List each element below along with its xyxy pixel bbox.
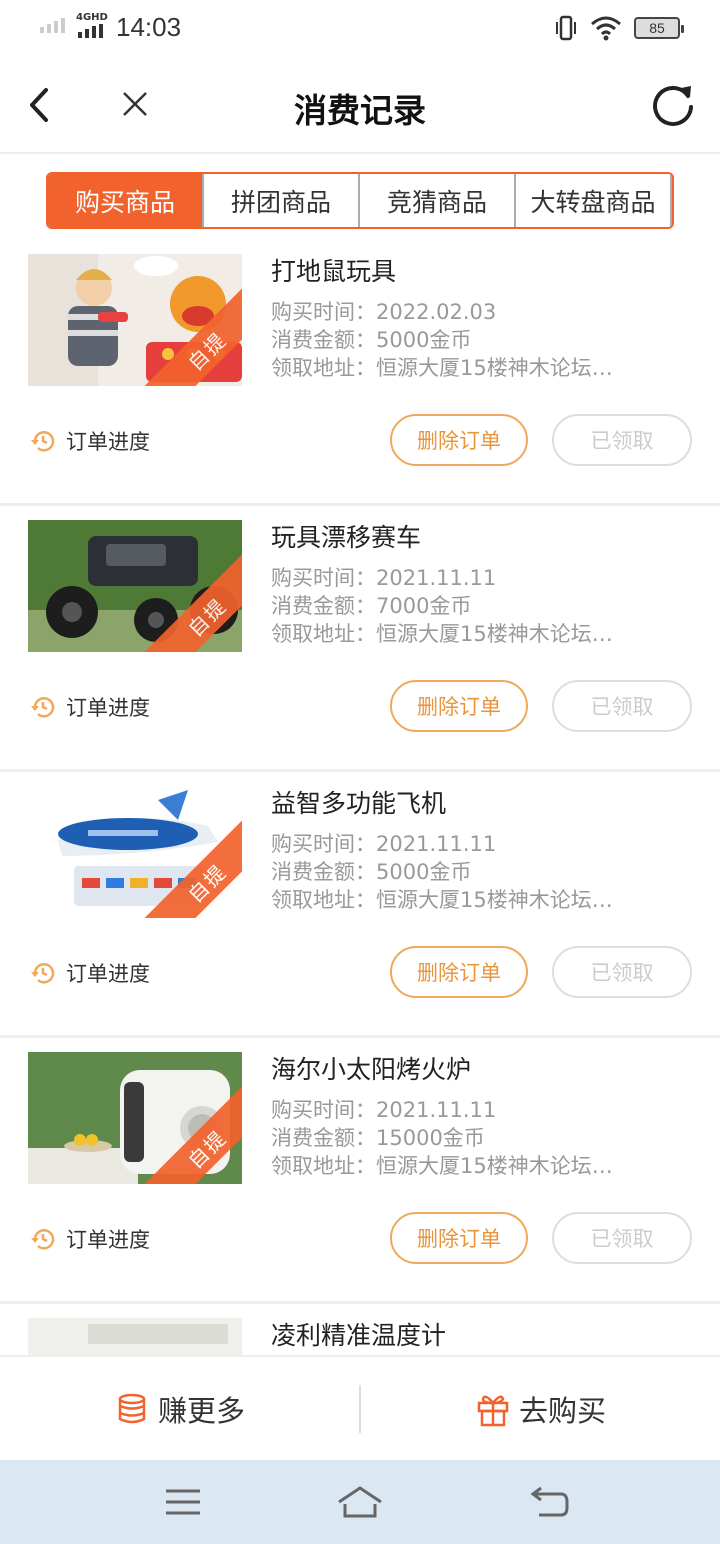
app-header: 消费记录 <box>0 60 720 154</box>
order-progress-link[interactable]: 订单进度 <box>30 958 150 988</box>
pickup-address: 领取地址：恒源大厦15楼神木论坛… <box>271 888 613 912</box>
pickup-address: 领取地址：恒源大厦15楼神木论坛… <box>271 356 613 380</box>
signal-icon-sim2 <box>78 24 103 38</box>
product-image[interactable]: 自提 <box>28 254 242 386</box>
earn-more-label: 赚更多 <box>157 1393 245 1428</box>
history-clock-icon <box>31 1229 55 1250</box>
tab-guessing[interactable]: 竞猜商品 <box>358 174 514 227</box>
tab-purchased[interactable]: 购买商品 <box>48 174 202 227</box>
network-type: 4GHD <box>76 12 108 23</box>
tab-group-buy[interactable]: 拼团商品 <box>202 174 358 227</box>
tab-lucky-wheel[interactable]: 大转盘商品 <box>514 174 672 227</box>
product-image[interactable]: 自提 <box>28 1052 242 1184</box>
order-card: 自提 玩具漂移赛车 购买时间：2021.11.11 消费金额：7000金币 领取… <box>0 506 720 772</box>
pickup-address: 领取地址：恒源大厦15楼神木论坛… <box>271 622 613 646</box>
gift-icon <box>477 1395 509 1426</box>
order-card: 自提 益智多功能飞机 购买时间：2021.11.11 消费金额：5000金币 领… <box>0 772 720 1038</box>
order-progress-link[interactable]: 订单进度 <box>30 692 150 722</box>
page-title: 消费记录 <box>294 91 426 130</box>
order-progress-label: 订单进度 <box>66 962 150 986</box>
earn-more-button[interactable]: 赚更多 <box>0 1357 359 1460</box>
received-status-button: 已领取 <box>552 1212 692 1264</box>
product-name[interactable]: 益智多功能飞机 <box>271 784 446 820</box>
history-clock-icon <box>31 963 55 984</box>
coins-icon <box>118 1393 146 1423</box>
category-tabs: 购买商品 拼团商品 竞猜商品 大转盘商品 <box>46 172 674 229</box>
product-name[interactable]: 海尔小太阳烤火炉 <box>271 1050 471 1086</box>
received-status-button: 已领取 <box>552 414 692 466</box>
order-amount: 消费金额：7000金币 <box>271 594 472 618</box>
product-name[interactable]: 凌利精准温度计 <box>271 1316 446 1352</box>
clock: 14:03 <box>116 12 182 42</box>
order-card: 凌利精准温度计 <box>0 1304 720 1355</box>
purchase-time: 购买时间：2022.02.03 <box>271 300 497 324</box>
history-clock-icon <box>31 431 55 452</box>
order-progress-label: 订单进度 <box>66 696 150 720</box>
order-progress-link[interactable]: 订单进度 <box>30 1224 150 1254</box>
order-card: 自提 打地鼠玩具 购买时间：2022.02.03 消费金额：5000金币 领取地… <box>0 240 720 506</box>
delete-order-button[interactable]: 删除订单 <box>390 680 528 732</box>
order-amount: 消费金额：5000金币 <box>271 328 472 352</box>
product-name[interactable]: 玩具漂移赛车 <box>271 518 421 554</box>
delete-order-button[interactable]: 删除订单 <box>390 1212 528 1264</box>
order-progress-link[interactable]: 订单进度 <box>30 426 150 456</box>
order-progress-label: 订单进度 <box>66 430 150 454</box>
vibrate-icon <box>556 15 576 41</box>
system-nav-bar <box>0 1460 720 1544</box>
battery-indicator: 85 <box>634 17 684 39</box>
back-nav-icon[interactable] <box>525 1482 575 1522</box>
order-card: 自提 海尔小太阳烤火炉 购买时间：2021.11.11 消费金额：15000金币… <box>0 1038 720 1304</box>
received-status-button: 已领取 <box>552 680 692 732</box>
product-image[interactable]: 自提 <box>28 786 242 918</box>
bottom-action-bar: 赚更多 去购买 <box>0 1355 720 1460</box>
delete-order-button[interactable]: 删除订单 <box>390 414 528 466</box>
order-amount: 消费金额：5000金币 <box>271 860 472 884</box>
order-progress-label: 订单进度 <box>66 1228 150 1252</box>
history-clock-icon <box>31 697 55 718</box>
pickup-address: 领取地址：恒源大厦15楼神木论坛… <box>271 1154 613 1178</box>
go-buy-label: 去购买 <box>518 1393 606 1428</box>
status-bar: 4GHD 14:03 85 <box>0 0 720 60</box>
purchase-time: 购买时间：2021.11.11 <box>271 566 497 590</box>
order-amount: 消费金额：15000金币 <box>271 1126 485 1150</box>
refresh-icon[interactable] <box>650 82 696 128</box>
product-image[interactable] <box>28 1318 242 1355</box>
received-status-button: 已领取 <box>552 946 692 998</box>
order-list[interactable]: 自提 打地鼠玩具 购买时间：2022.02.03 消费金额：5000金币 领取地… <box>0 240 720 1355</box>
product-name[interactable]: 打地鼠玩具 <box>271 252 396 288</box>
go-buy-button[interactable]: 去购买 <box>361 1357 720 1460</box>
home-icon[interactable] <box>335 1482 385 1522</box>
signal-icon-sim1 <box>40 18 65 33</box>
purchase-time: 购买时间：2021.11.11 <box>271 832 497 856</box>
purchase-time: 购买时间：2021.11.11 <box>271 1098 497 1122</box>
wifi-icon <box>591 16 621 41</box>
delete-order-button[interactable]: 删除订单 <box>390 946 528 998</box>
menu-icon[interactable] <box>158 1482 208 1522</box>
product-image[interactable]: 自提 <box>28 520 242 652</box>
